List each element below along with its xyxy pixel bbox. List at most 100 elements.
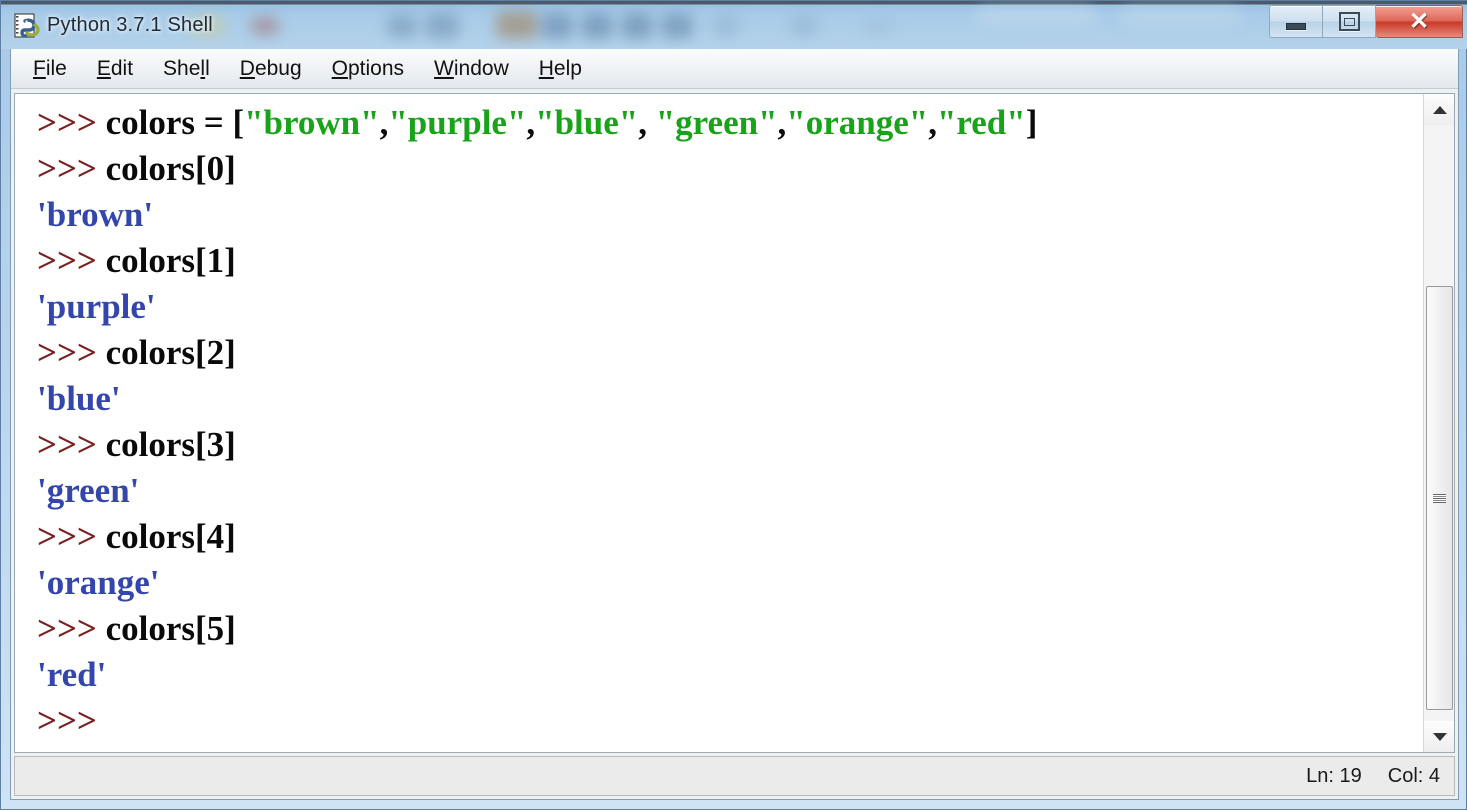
shell-output-line: 'green' bbox=[37, 468, 1422, 514]
aero-blur-decoration bbox=[976, 7, 1096, 25]
aero-blur-decoration bbox=[621, 13, 653, 39]
shell-token-output: 'brown' bbox=[37, 195, 154, 234]
minimize-icon bbox=[1286, 22, 1306, 30]
shell-token-code: , bbox=[638, 103, 656, 142]
menu-item-mnemonic: H bbox=[538, 56, 554, 80]
menu-item-label: She bbox=[163, 56, 201, 80]
menu-item-mnemonic: E bbox=[96, 56, 111, 80]
window-frame: Python 3.7.1 Shell ✕ File Edit Shell Debug O… bbox=[0, 0, 1467, 810]
status-line-number: Ln: 19 bbox=[1306, 764, 1362, 787]
aero-blur-decoration bbox=[661, 13, 693, 39]
menu-item-label: dit bbox=[110, 56, 134, 80]
shell-token-prompt: >>> bbox=[37, 241, 106, 280]
shell-output[interactable]: >>> colors = ["brown","purple","blue", "… bbox=[15, 94, 1422, 752]
shell-input-line: >>> colors[2] bbox=[37, 330, 1422, 376]
shell-token-prompt: >>> bbox=[37, 609, 106, 648]
shell-token-string: "purple" bbox=[388, 103, 527, 142]
aero-blur-decoration bbox=[1121, 7, 1241, 25]
scroll-down-arrow[interactable] bbox=[1424, 721, 1454, 752]
shell-token-code: colors[3] bbox=[105, 425, 236, 464]
shell-input-line: >>> colors = ["brown","purple","blue", "… bbox=[37, 100, 1422, 146]
shell-input-line: >>> colors[4] bbox=[37, 514, 1422, 560]
shell-token-code: , bbox=[777, 103, 787, 142]
shell-input-line: >>> colors[3] bbox=[37, 422, 1422, 468]
menu-item-shell[interactable]: Shell bbox=[163, 55, 224, 83]
menu-item-options[interactable]: Options bbox=[332, 55, 418, 83]
minimize-button[interactable] bbox=[1269, 5, 1323, 38]
aero-blur-decoration bbox=[496, 11, 538, 39]
menu-item-debug[interactable]: Debug bbox=[240, 55, 316, 83]
aero-blur-decoration bbox=[541, 13, 573, 39]
vertical-scrollbar[interactable] bbox=[1423, 94, 1454, 752]
shell-token-output: 'purple' bbox=[37, 287, 156, 326]
menu-item-file[interactable]: File bbox=[33, 55, 81, 83]
shell-token-prompt: >>> bbox=[37, 425, 106, 464]
menu-item-mnemonic: D bbox=[239, 56, 255, 80]
shell-token-string: "blue" bbox=[535, 103, 639, 142]
shell-token-string: "red" bbox=[936, 103, 1026, 142]
shell-output-line: 'purple' bbox=[37, 284, 1422, 330]
shell-token-code: colors = [ bbox=[105, 103, 245, 142]
shell-token-prompt: >>> bbox=[37, 149, 106, 188]
shell-input-line: >>> bbox=[37, 698, 1422, 744]
scrollbar-thumb[interactable] bbox=[1426, 286, 1453, 710]
aero-blur-decoration bbox=[387, 14, 417, 38]
aero-blur-decoration bbox=[713, 15, 739, 37]
triangle-down-icon bbox=[1432, 732, 1447, 741]
aero-blur-decoration bbox=[581, 13, 613, 39]
maximize-icon bbox=[1338, 12, 1360, 31]
client-area: File Edit Shell Debug Options Window Help >>> … bbox=[10, 49, 1459, 800]
shell-token-code: colors[2] bbox=[105, 333, 236, 372]
menu-item-label: l bbox=[205, 56, 210, 80]
shell-token-code: colors[5] bbox=[105, 609, 236, 648]
scroll-up-arrow[interactable] bbox=[1424, 94, 1454, 125]
python-idle-icon bbox=[14, 13, 40, 38]
shell-token-output: 'blue' bbox=[37, 379, 121, 418]
shell-token-output: 'orange' bbox=[37, 563, 160, 602]
shell-token-string: "orange" bbox=[786, 103, 929, 142]
menu-item-label: indow bbox=[453, 56, 509, 80]
menu-item-help[interactable]: Help bbox=[539, 55, 596, 83]
status-bar: Ln: 19 Col: 4 bbox=[14, 756, 1455, 796]
menu-item-edit[interactable]: Edit bbox=[97, 55, 147, 83]
shell-output-line: 'orange' bbox=[37, 560, 1422, 606]
shell-token-string: "green" bbox=[655, 103, 778, 142]
shell-output-line: 'red' bbox=[37, 652, 1422, 698]
shell-token-code: ] bbox=[1025, 103, 1038, 142]
shell-token-output: 'red' bbox=[37, 655, 107, 694]
shell-input-line: >>> colors[0] bbox=[37, 146, 1422, 192]
shell-output-line: 'blue' bbox=[37, 376, 1422, 422]
menu-item-mnemonic: F bbox=[33, 56, 46, 80]
aero-blur-decoration bbox=[863, 21, 893, 35]
menu-item-mnemonic: W bbox=[434, 56, 454, 80]
shell-token-code: colors[0] bbox=[105, 149, 236, 188]
status-column-number: Col: 4 bbox=[1387, 764, 1440, 787]
maximize-button[interactable] bbox=[1323, 5, 1376, 38]
shell-text-area[interactable]: >>> colors = ["brown","purple","blue", "… bbox=[14, 93, 1455, 753]
window-title: Python 3.7.1 Shell bbox=[47, 14, 213, 36]
menu-item-window[interactable]: Window bbox=[434, 55, 523, 83]
shell-token-code: colors[1] bbox=[105, 241, 236, 280]
shell-token-output: 'green' bbox=[37, 471, 140, 510]
shell-token-prompt: >>> bbox=[37, 517, 106, 556]
menu-item-label: ebug bbox=[254, 56, 302, 80]
aero-blur-decoration bbox=[425, 13, 459, 39]
shell-input-line: >>> colors[1] bbox=[37, 238, 1422, 284]
shell-output-line: 'brown' bbox=[37, 192, 1422, 238]
shell-token-prompt: >>> bbox=[37, 333, 106, 372]
menu-bar: File Edit Shell Debug Options Window Help bbox=[11, 49, 1458, 89]
shell-input-line: >>> colors[5] bbox=[37, 606, 1422, 652]
aero-blur-decoration bbox=[251, 17, 279, 35]
shell-token-prompt: >>> bbox=[37, 103, 106, 142]
shell-token-string: "brown" bbox=[244, 103, 380, 142]
shell-token-code: colors[4] bbox=[105, 517, 236, 556]
scrollbar-grip-icon bbox=[1433, 493, 1446, 503]
window-controls: ✕ bbox=[1269, 5, 1463, 38]
menu-item-label: elp bbox=[553, 56, 582, 80]
close-button[interactable]: ✕ bbox=[1376, 5, 1463, 38]
menu-item-mnemonic: O bbox=[331, 56, 348, 80]
shell-token-code: , bbox=[928, 103, 937, 142]
title-bar[interactable]: Python 3.7.1 Shell ✕ bbox=[1, 1, 1467, 49]
close-icon: ✕ bbox=[1408, 8, 1430, 35]
menu-item-label: ptions bbox=[348, 56, 405, 80]
